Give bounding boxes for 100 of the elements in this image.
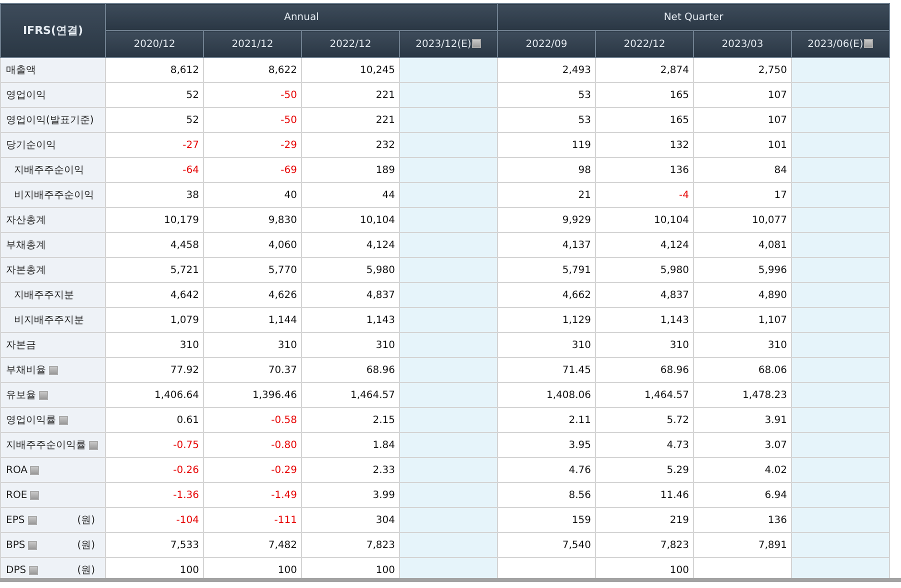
row-label-text: 자산총계 <box>6 214 46 227</box>
table-cell: 38 <box>106 182 204 208</box>
row-label-text: 지배주주지분 <box>14 289 74 302</box>
table-cell: -0.26 <box>106 458 204 482</box>
table-cell: 4.02 <box>694 458 792 482</box>
table-cell: 1.84 <box>302 432 400 458</box>
header-cell: IFRS(연결) <box>0 4 106 58</box>
table-cell: 5,721 <box>106 258 204 282</box>
table-cell: -27 <box>106 132 204 158</box>
row-label-text: BPS <box>6 540 26 550</box>
table-cell: 98 <box>498 158 596 182</box>
help-icon[interactable] <box>864 39 874 48</box>
column-header: 2021/12 <box>204 30 302 58</box>
table-cell: 2.11 <box>498 408 596 432</box>
row-label-text: ROA <box>6 464 28 476</box>
table-cell: 5,980 <box>302 258 400 282</box>
table-cell: 4,837 <box>302 282 400 308</box>
row-label-text: 지배주주순이익률 <box>6 439 86 452</box>
column-header: 2022/12 <box>596 30 694 58</box>
table-cell: 100 <box>596 558 694 578</box>
row-label-text: 자본금 <box>6 339 36 352</box>
row-label-text: DPS <box>6 564 26 576</box>
table-cell: 3.91 <box>694 408 792 432</box>
row-label-text: 영업이익률 <box>6 414 56 427</box>
table-cell: 7,823 <box>596 532 694 558</box>
table-cell: -4 <box>596 182 694 208</box>
table-cell: 1,129 <box>498 308 596 332</box>
table-cell: 310 <box>596 332 694 358</box>
table-cell: 310 <box>204 332 302 358</box>
table-cell: 52 <box>106 108 204 132</box>
table-cell: -104 <box>106 508 204 532</box>
table-cell: 44 <box>302 182 400 208</box>
table-cell: 221 <box>302 82 400 108</box>
row-label-text: 부채비율 <box>6 364 46 377</box>
column-header: 2023/12(E) <box>400 30 498 58</box>
table-cell: 5.72 <box>596 408 694 432</box>
table-cell: 219 <box>596 508 694 532</box>
table-cell: 17 <box>694 182 792 208</box>
row-label-text: 지배주주순이익 <box>14 164 84 177</box>
table-cell: 4,060 <box>204 232 302 258</box>
table-cell: 40 <box>204 182 302 208</box>
unit-label: (원) <box>77 564 96 577</box>
help-icon[interactable] <box>472 39 482 48</box>
table-cell: 100 <box>204 558 302 578</box>
table-cell: 10,104 <box>302 208 400 232</box>
table-cell: 77.92 <box>106 358 204 382</box>
table-cell: 119 <box>498 132 596 158</box>
row-label-text: 영업이익(발표기준) <box>6 114 94 127</box>
table-cell: 4,642 <box>106 282 204 308</box>
column-header: 2020/12 <box>106 30 204 58</box>
row-label-text: 비지배주주지분 <box>14 314 84 327</box>
table-cell: 159 <box>498 508 596 532</box>
column-header: 2022/09 <box>498 30 596 58</box>
table-cell: -0.58 <box>204 408 302 432</box>
table-cell: 165 <box>596 108 694 132</box>
column-header: 2023/03 <box>694 30 792 58</box>
table-cell: -50 <box>204 108 302 132</box>
row-label-text: 자본총계 <box>6 264 46 277</box>
table-cell: 4,458 <box>106 232 204 258</box>
table-cell: -1.36 <box>106 482 204 508</box>
table-cell: 4,662 <box>498 282 596 308</box>
table-cell: 165 <box>596 82 694 108</box>
table-cell: 1,396.46 <box>204 382 302 408</box>
table-cell: 7,533 <box>106 532 204 558</box>
table-cell: 7,482 <box>204 532 302 558</box>
row-label-text: 매출액 <box>6 64 36 77</box>
table-cell: -50 <box>204 82 302 108</box>
table-cell: -29 <box>204 132 302 158</box>
table-cell: 84 <box>694 158 792 182</box>
table-cell: 310 <box>302 332 400 358</box>
table-cell: 9,929 <box>498 208 596 232</box>
unit-label: (원) <box>77 539 96 552</box>
table-cell: 21 <box>498 182 596 208</box>
table-cell: -111 <box>204 508 302 532</box>
table-cell: 136 <box>694 508 792 532</box>
table-cell: 4.76 <box>498 458 596 482</box>
table-cell: 2,750 <box>694 58 792 82</box>
table-cell: 132 <box>596 132 694 158</box>
table-cell: 1,079 <box>106 308 204 332</box>
table-cell: 1,107 <box>694 308 792 332</box>
unit-label: (원) <box>77 514 96 527</box>
table-cell: 304 <box>302 508 400 532</box>
table-cell: -0.75 <box>106 432 204 458</box>
row-label-text: 비지배주주순이익 <box>14 189 94 202</box>
table-cell: 68.06 <box>694 358 792 382</box>
table-cell: 68.96 <box>302 358 400 382</box>
table-cell: 4,137 <box>498 232 596 258</box>
table-cell: 8,622 <box>204 58 302 82</box>
table-cell: 1,408.06 <box>498 382 596 408</box>
table-cell: 5,770 <box>204 258 302 282</box>
table-cell: 100 <box>106 558 204 578</box>
table-cell: 3.95 <box>498 432 596 458</box>
table-cell: 71.45 <box>498 358 596 382</box>
table-cell: 1,464.57 <box>596 382 694 408</box>
table-cell: 5,996 <box>694 258 792 282</box>
table-cell: 3.07 <box>694 432 792 458</box>
table-cell: 7,540 <box>498 532 596 558</box>
table-cell: 8,612 <box>106 58 204 82</box>
table-cell: 1,406.64 <box>106 382 204 408</box>
table-cell: 4,837 <box>596 282 694 308</box>
